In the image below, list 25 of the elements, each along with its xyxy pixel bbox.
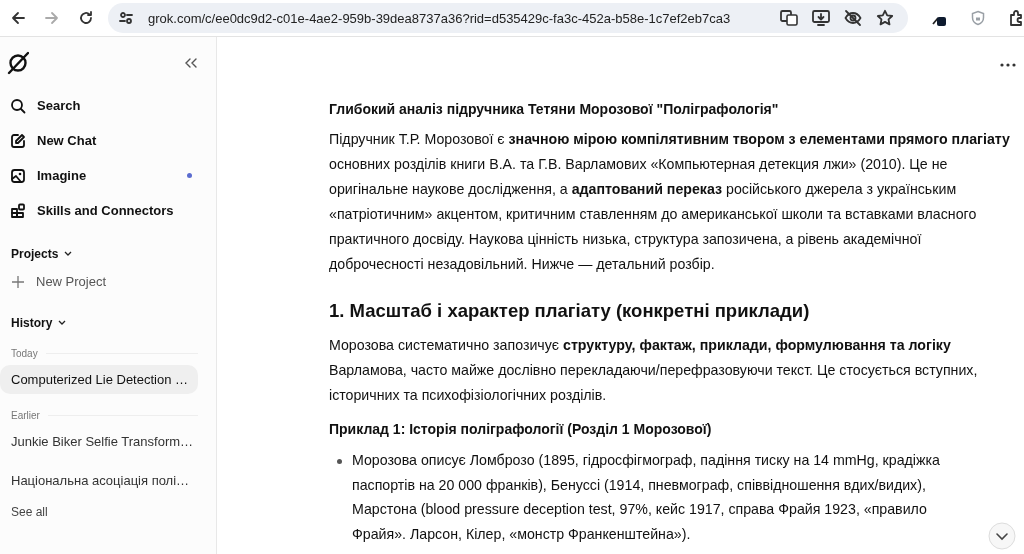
nav-item[interactable]: Skills and Connectors — [0, 193, 198, 228]
nav-label: New Chat — [37, 133, 97, 148]
url-text: grok.com/c/ee0dc9d2-c01e-4ae2-959b-39dea8737a36?rid=d535429c-fa3c-452a-b58e-1c7ef2eb7ca3 — [148, 10, 731, 26]
group-label: Today — [11, 348, 38, 359]
paragraph: Підручник Т.Р. Морозової є значною мірою компілятивним твором з елементами прямого плагіату основних розділів книги В.А. та Г.В. Варламових «Компьютерная детекция лжи» (2010). Це не оригінальне наукове дослідження, а адаптований переказ російського джерела з українським «патріотичним» акцентом, критичним ставленням до американської школи та вставками власного практичного досвіду. Наукова цінність низька, структура запозичена, а рівень академічної доброчесності незадовільний. Нижче — детальний розбір. — [329, 130, 1011, 274]
section-heading: 1. Масштаб і характер плагіату (конкретні приклади) — [329, 299, 811, 323]
nav-label: Search — [37, 98, 81, 113]
response-title: Глибокий аналіз підручника Тетяни Морозової "Поліграфологія" — [329, 100, 780, 119]
address-bar[interactable]: grok.com/c/ee0dc9d2-c01e-4ae2-959b-39dea8737a36?rid=d535429c-fa3c-452a-b58e-1c7ef2eb7ca3 — [108, 3, 908, 33]
nav-item[interactable]: Search — [0, 88, 198, 123]
history-item[interactable]: Computerized Lie Detection … — [0, 365, 198, 394]
nav-item[interactable]: New Chat — [0, 123, 198, 158]
nav-label: Skills and Connectors — [37, 203, 174, 218]
group-label: Earlier — [11, 410, 40, 421]
history-header[interactable]: History — [0, 289, 198, 334]
new-project-item[interactable]: New Project — [0, 265, 198, 289]
nav-label: Imagine — [37, 168, 87, 183]
paragraph: Морозова систематично запозичує структуру, фактаж, приклади, формулювання та логіку Варламова, часто майже дослівно перекладаючи/перефразовуючи текст. Це стосується вступних, історичних та психофізіологічних розділів. — [329, 336, 979, 405]
nav-item[interactable]: Imagine — [0, 158, 198, 193]
list-item-text: Морозова описує Ломброзо (1895, гідросфігмограф, падіння тиску на 14 mmHg, крадіжка паспортів на 20 000 франків), Бенуссі (1914, пневмограф, співвідношення вдих/видих), Марстона (blood pressure deception test, 97%, кейс 1917, справа Фрайя 1923, «правило Фрайя». Ларсон, Кілер, «монстр Франкенштейна»). — [352, 451, 941, 544]
subheading: Приклад 1: Історія поліграфології (Розділ 1 Морозової) — [329, 420, 713, 439]
projects-header[interactable]: Projects — [0, 228, 198, 265]
history-item[interactable]: Junkie Biker Selfie Transform… — [0, 427, 198, 456]
history-item[interactable]: Національна асоціація полі… — [0, 466, 198, 495]
see-all-link[interactable]: See all — [0, 497, 198, 519]
